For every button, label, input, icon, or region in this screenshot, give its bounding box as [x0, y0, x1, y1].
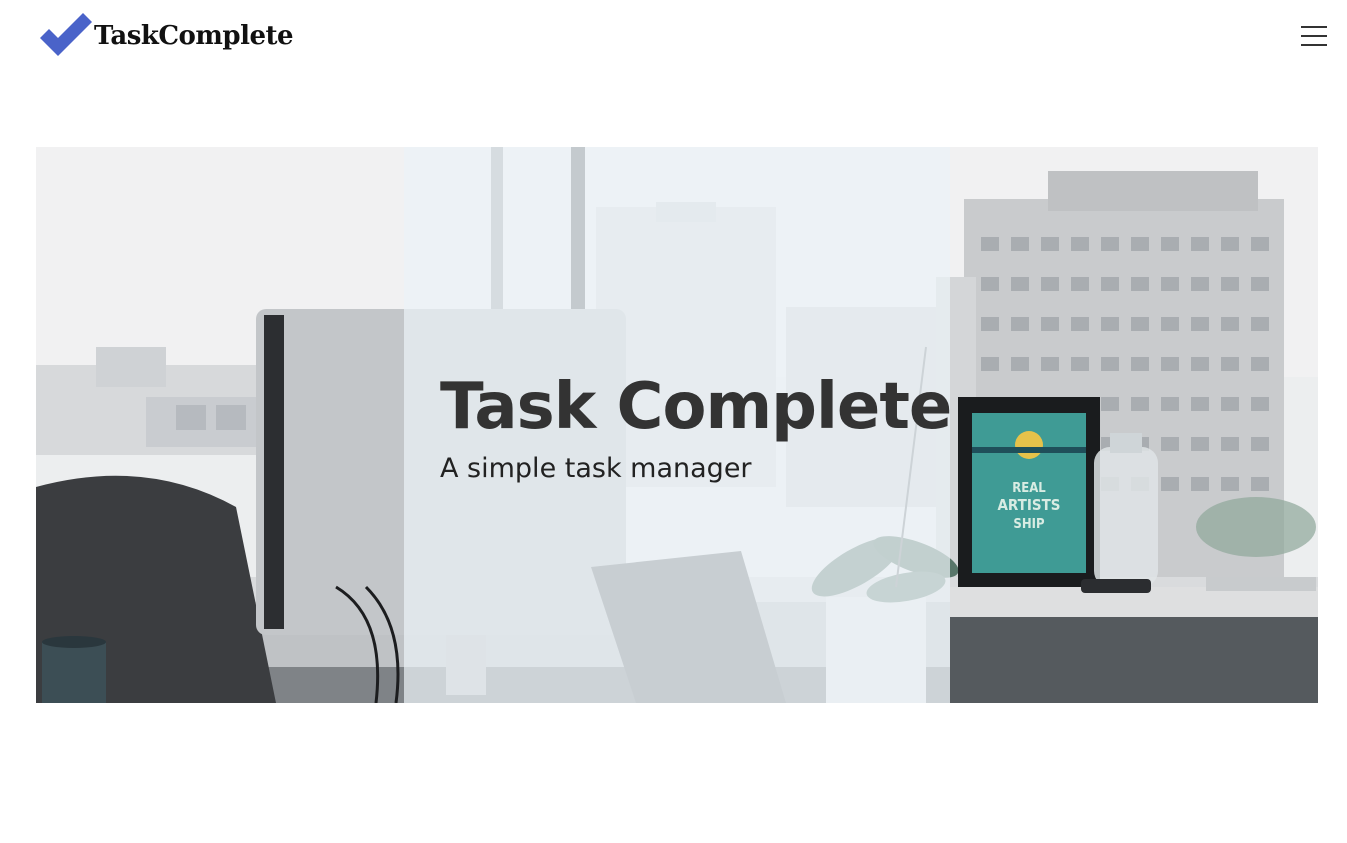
svg-text:REAL: REAL [1012, 481, 1046, 496]
logo-text: TaskComplete [94, 21, 294, 51]
hamburger-menu-icon [1301, 26, 1327, 28]
svg-text:ARTISTS: ARTISTS [997, 496, 1060, 514]
svg-text:SHIP: SHIP [1013, 517, 1045, 532]
hero-subtitle: A simple task manager [440, 453, 752, 484]
checkmark-icon [40, 13, 92, 56]
hamburger-menu-button[interactable] [1296, 22, 1332, 50]
logo-link[interactable]: TaskComplete [40, 12, 294, 60]
hero-title: Task Complete [440, 370, 952, 444]
hero-banner: REAL ARTISTS SHIP Task Complete A simple… [36, 147, 1318, 703]
